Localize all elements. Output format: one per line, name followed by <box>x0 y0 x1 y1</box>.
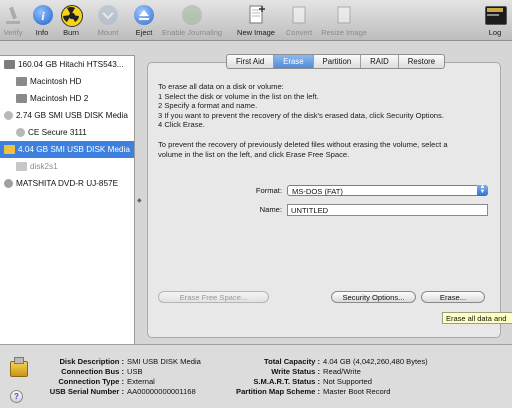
usb-disk-icon <box>4 111 13 120</box>
verify-button[interactable]: Verify <box>2 4 24 37</box>
disk-list-item[interactable]: CE Secure 3111 <box>0 124 134 141</box>
disk-info-right: Total Capacity :4.04 GB (4,042,260,480 B… <box>236 357 428 396</box>
disk-list: 160.04 GB Hitachi HTS543... Macintosh HD… <box>0 55 135 344</box>
volume-icon <box>16 94 27 103</box>
volume-name-field[interactable]: UNTITLED <box>287 204 488 216</box>
hard-disk-icon <box>4 60 15 69</box>
erase-free-space-button[interactable]: Erase Free Space... <box>158 291 269 303</box>
tab-raid[interactable]: RAID <box>361 55 399 68</box>
volume-icon <box>16 162 27 171</box>
eject-icon <box>133 4 155 26</box>
log-console-icon <box>484 4 507 26</box>
tab-bar: First Aid Erase Partition RAID Restore <box>226 54 446 69</box>
disk-list-item[interactable]: disk2s1 <box>0 158 134 175</box>
erase-button[interactable]: Erase... <box>421 291 485 303</box>
enable-journaling-button[interactable]: Enable Journaling <box>162 4 222 37</box>
disk-list-item[interactable]: MATSHITA DVD-R UJ-857E <box>0 175 134 192</box>
new-image-icon <box>245 4 267 26</box>
format-label: Format: <box>255 186 282 195</box>
info-button[interactable]: i Info <box>32 4 54 37</box>
disk-list-item[interactable]: Macintosh HD 2 <box>0 90 134 107</box>
journal-icon <box>181 4 203 26</box>
tab-restore[interactable]: Restore <box>399 55 444 68</box>
log-button[interactable]: Log <box>484 4 507 37</box>
eject-button[interactable]: Eject <box>133 4 155 37</box>
erase-instructions: To erase all data on a disk or volume: 1… <box>158 82 448 159</box>
security-options-button[interactable]: Security Options... <box>331 291 416 303</box>
usb-disk-icon <box>10 357 28 377</box>
disk-info-left: Disk Description : SMI USB DISK Media Con… <box>49 357 201 396</box>
volume-icon <box>16 128 25 137</box>
mount-button[interactable]: Mount <box>96 4 120 37</box>
resize-image-icon <box>333 4 355 26</box>
microscope-icon <box>2 4 24 26</box>
tab-first-aid[interactable]: First Aid <box>227 55 275 68</box>
info-icon: i <box>32 4 54 26</box>
split-view-handle[interactable]: ◆ <box>137 197 142 204</box>
toolbar: Verify i Info Burn Mount Eject Enable Jo… <box>0 0 512 41</box>
disk-list-item-selected[interactable]: 4.04 GB SMI USB DISK Media <box>0 141 134 158</box>
disk-info-bar: Disk Description : SMI USB DISK Media Con… <box>0 344 512 408</box>
disk-list-item[interactable]: 160.04 GB Hitachi HTS543... <box>0 56 134 73</box>
name-label: Name: <box>259 205 282 214</box>
new-image-button[interactable]: New Image <box>234 4 278 37</box>
mount-icon <box>97 4 119 26</box>
tab-erase[interactable]: Erase <box>274 55 314 68</box>
convert-button[interactable]: Convert <box>284 4 314 37</box>
help-button[interactable]: ? <box>10 390 23 403</box>
tab-partition[interactable]: Partition <box>314 55 362 68</box>
erase-tooltip: Erase all data and <box>442 312 512 324</box>
optical-drive-icon <box>4 179 13 188</box>
format-select[interactable]: MS-DOS (FAT) ▲ ▼ <box>287 184 488 196</box>
convert-icon <box>288 4 310 26</box>
usb-disk-icon <box>4 145 15 154</box>
updown-arrows-icon: ▲ ▼ <box>477 184 488 196</box>
svg-text:i: i <box>41 9 45 23</box>
resize-image-button[interactable]: Resize Image <box>318 4 370 37</box>
radiation-icon <box>60 4 83 27</box>
disk-list-item[interactable]: Macintosh HD <box>0 73 134 90</box>
disk-list-item[interactable]: 2.74 GB SMI USB DISK Media <box>0 107 134 124</box>
volume-icon <box>16 77 27 86</box>
burn-button[interactable]: Burn <box>60 4 83 37</box>
